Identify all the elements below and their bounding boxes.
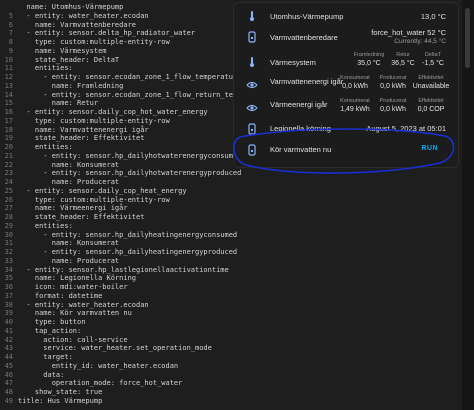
scrollbar[interactable] bbox=[462, 0, 474, 410]
scrollbar-thumb[interactable] bbox=[465, 8, 470, 68]
annotation-circle bbox=[233, 128, 455, 174]
